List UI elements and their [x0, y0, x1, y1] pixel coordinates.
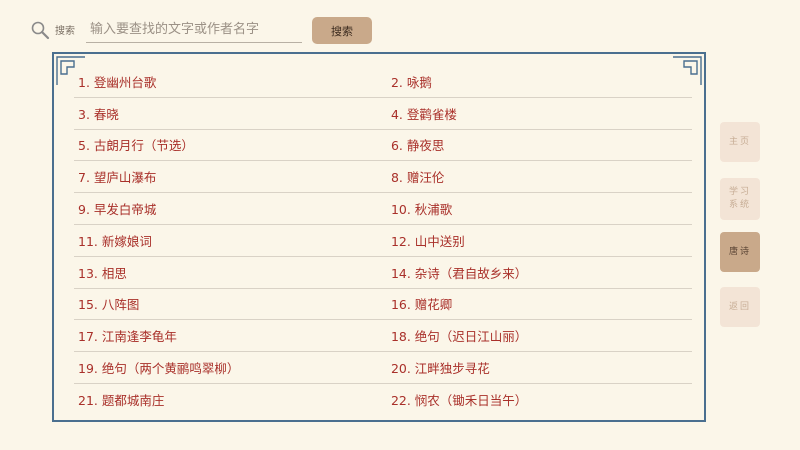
poem-item[interactable]: 9. 早发白帝城 [74, 193, 387, 224]
nav-study-line1: 学习 [728, 187, 751, 197]
poem-item[interactable]: 8. 赠汪伦 [387, 161, 692, 192]
poem-list-frame: 1. 登幽州台歌 2. 咏鹅 3. 春晓 4. 登鹳雀楼 5. 古朗月行（节选）… [52, 52, 706, 422]
poem-row: 13. 相思 14. 杂诗（君自故乡来） [74, 257, 692, 289]
poem-item[interactable]: 7. 望庐山瀑布 [74, 161, 387, 192]
nav-back-button[interactable]: 返回 [720, 287, 760, 327]
poem-item[interactable]: 21. 题都城南庄 [74, 384, 387, 416]
nav-poems-label: 唐诗 [728, 246, 751, 257]
poem-item[interactable]: 5. 古朗月行（节选） [74, 130, 387, 161]
search-icon[interactable] [30, 20, 50, 40]
poem-item[interactable]: 14. 杂诗（君自故乡来） [387, 257, 692, 288]
poem-row: 21. 题都城南庄 22. 悯农（锄禾日当午） [74, 384, 692, 416]
nav-home-label: 主页 [728, 136, 751, 147]
nav-study-label: 学习 系统 [729, 186, 751, 212]
poem-row: 17. 江南逢李龟年 18. 绝句（迟日江山丽） [74, 320, 692, 353]
poem-row: 3. 春晓 4. 登鹳雀楼 [74, 98, 692, 130]
poem-item[interactable]: 11. 新嫁娘词 [74, 225, 387, 256]
poem-item[interactable]: 2. 咏鹅 [387, 66, 692, 97]
nav-back-label: 返回 [728, 301, 751, 312]
poem-row: 19. 绝句（两个黄鹂鸣翠柳） 20. 江畔独步寻花 [74, 352, 692, 384]
poem-item[interactable]: 17. 江南逢李龟年 [74, 320, 387, 351]
poem-row: 5. 古朗月行（节选） 6. 静夜思 [74, 130, 692, 162]
poem-list-page: 搜索 搜索 1. 登幽州台歌 2. 咏鹅 3. 春晓 4. 登鹳雀楼 5. 古朗… [0, 0, 800, 450]
poem-item[interactable]: 6. 静夜思 [387, 130, 692, 161]
poem-row: 9. 早发白帝城 10. 秋浦歌 [74, 193, 692, 225]
search-label: 搜索 [55, 26, 75, 37]
poem-item[interactable]: 20. 江畔独步寻花 [387, 352, 692, 383]
poem-row: 1. 登幽州台歌 2. 咏鹅 [74, 66, 692, 98]
poem-item[interactable]: 19. 绝句（两个黄鹂鸣翠柳） [74, 352, 387, 383]
poem-item[interactable]: 16. 赠花卿 [387, 289, 692, 320]
poem-item[interactable]: 12. 山中送别 [387, 225, 692, 256]
nav-home-button[interactable]: 主页 [720, 122, 760, 162]
search-input[interactable] [86, 16, 302, 43]
poem-item[interactable]: 22. 悯农（锄禾日当午） [387, 384, 692, 416]
poem-item[interactable]: 13. 相思 [74, 257, 387, 288]
poem-item[interactable]: 4. 登鹳雀楼 [387, 98, 692, 129]
poem-row: 11. 新嫁娘词 12. 山中送别 [74, 225, 692, 257]
poem-list: 1. 登幽州台歌 2. 咏鹅 3. 春晓 4. 登鹳雀楼 5. 古朗月行（节选）… [74, 66, 692, 416]
poem-item[interactable]: 10. 秋浦歌 [387, 193, 692, 224]
nav-study-system-button[interactable]: 学习 系统 [720, 178, 760, 220]
poem-row: 15. 八阵图 16. 赠花卿 [74, 289, 692, 321]
poem-item[interactable]: 3. 春晓 [74, 98, 387, 129]
nav-study-line2: 系统 [728, 200, 751, 210]
poem-row: 7. 望庐山瀑布 8. 赠汪伦 [74, 161, 692, 194]
poem-item[interactable]: 18. 绝句（迟日江山丽） [387, 320, 692, 351]
poem-item[interactable]: 1. 登幽州台歌 [74, 66, 387, 97]
nav-tang-poems-button[interactable]: 唐诗 [720, 232, 760, 272]
poem-item[interactable]: 15. 八阵图 [74, 289, 387, 320]
search-button[interactable]: 搜索 [312, 17, 372, 44]
